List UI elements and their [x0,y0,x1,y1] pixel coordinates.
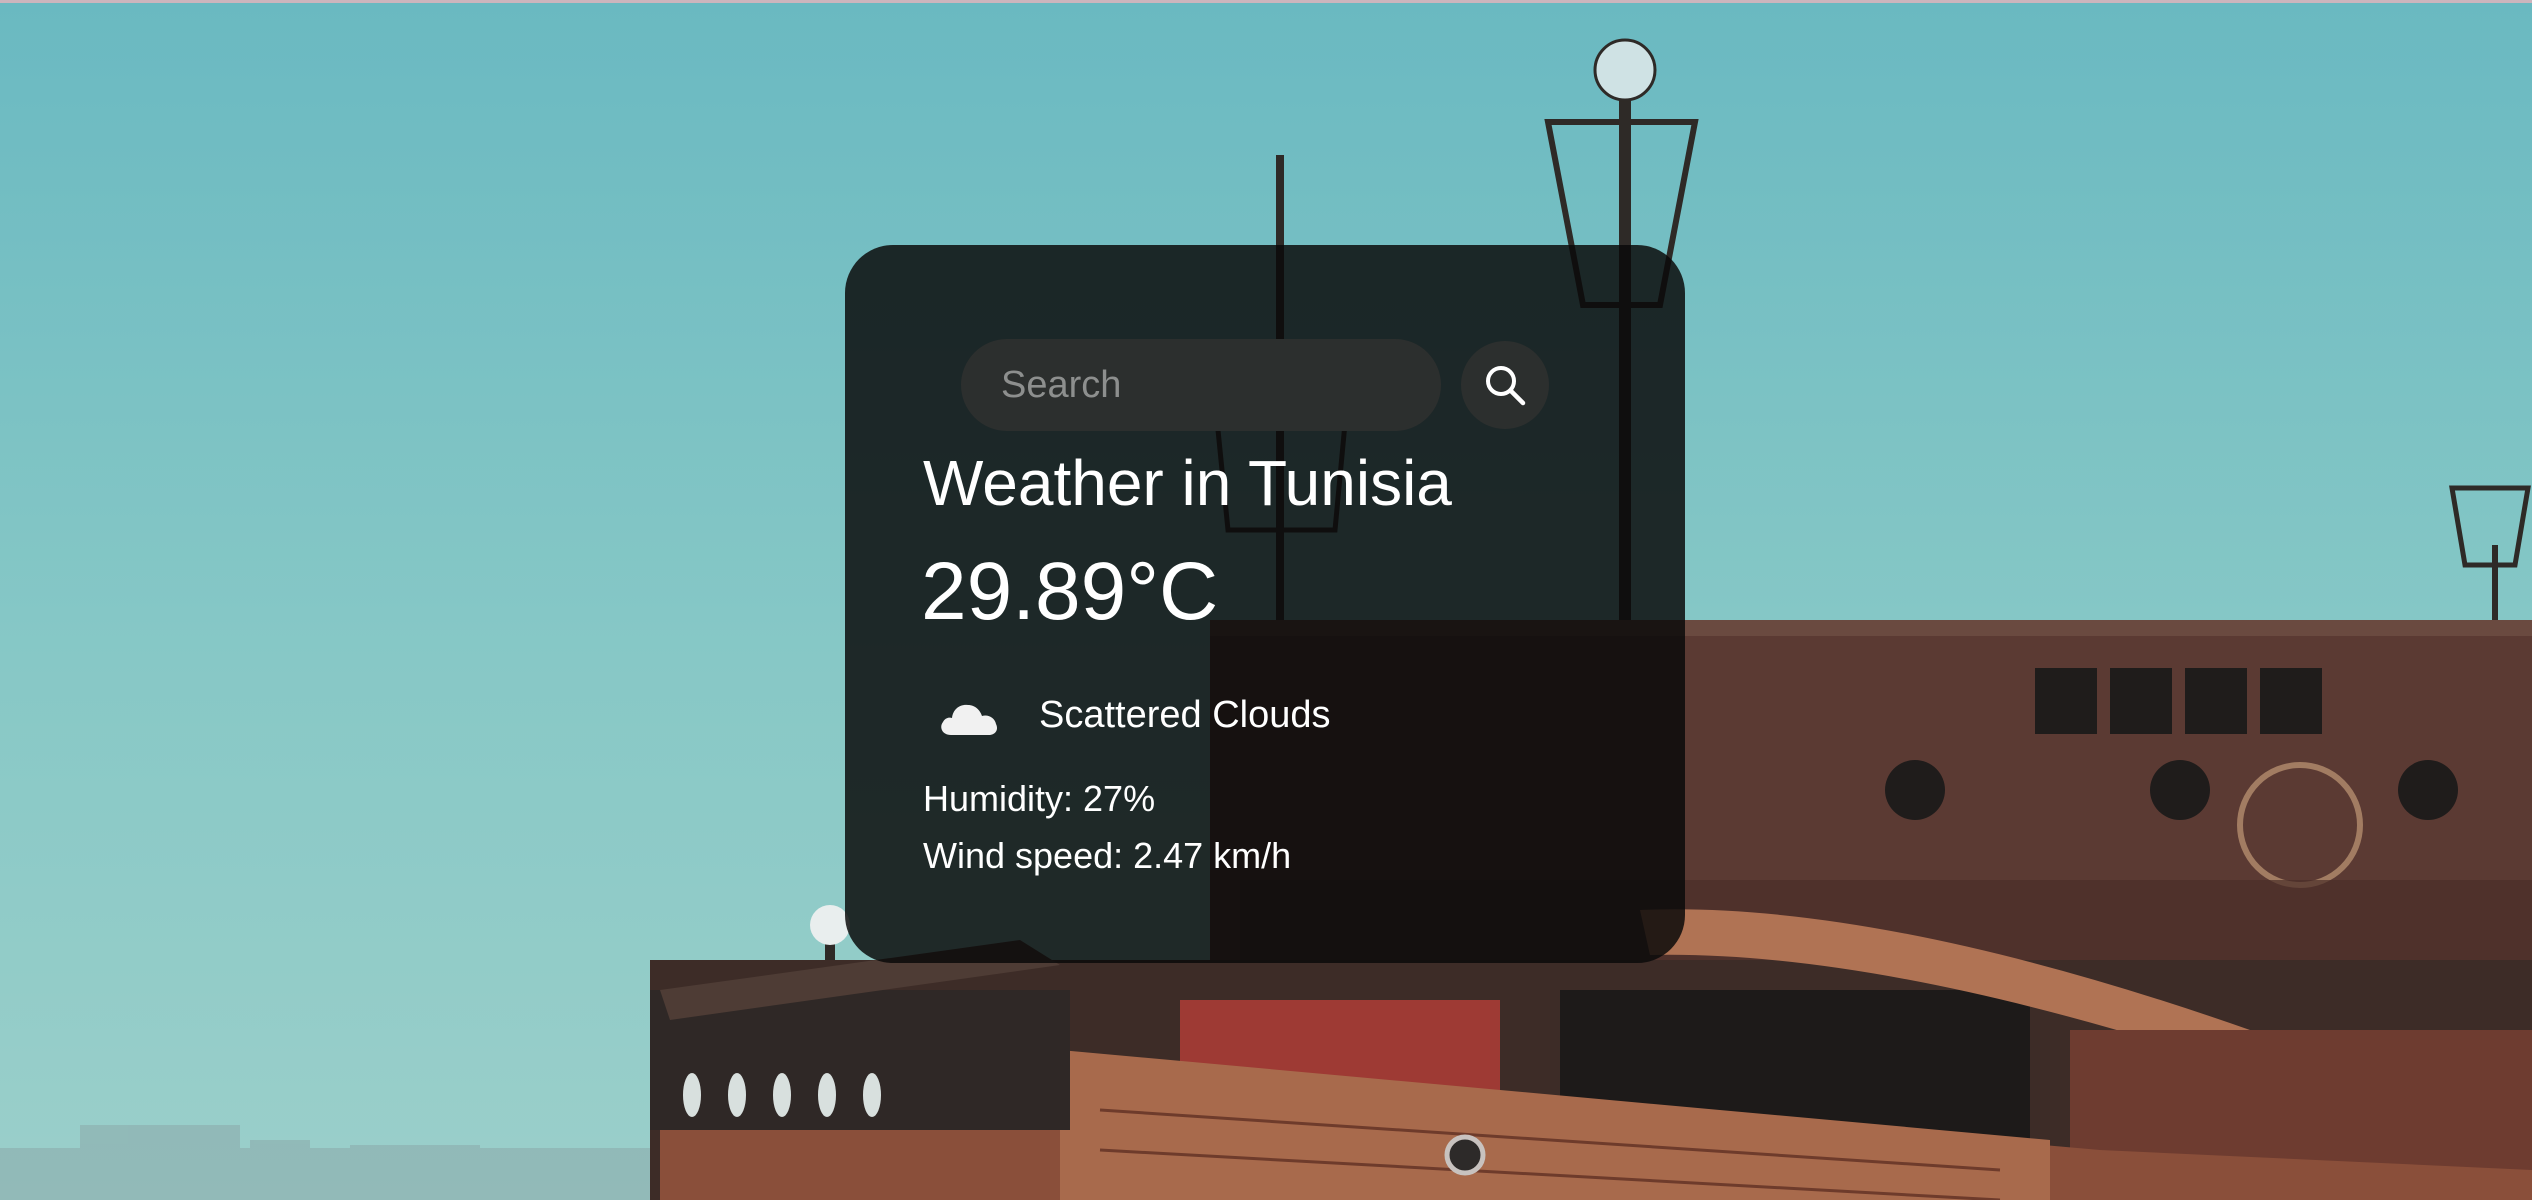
weather-card: Weather in Tunisia 29.89°C Scattered Clo… [845,245,1685,963]
temperature: 29.89°C [921,546,1219,637]
weather-description: Scattered Clouds [937,685,1331,745]
humidity-text: Humidity: 27% [923,778,1156,819]
cloud-icon [941,704,998,735]
wind-speed-text: Wind speed: 2.47 km/h [923,835,1292,876]
description-text: Scattered Clouds [1039,693,1331,736]
search-input[interactable] [961,339,1441,431]
city-title: Weather in Tunisia [923,447,1452,519]
top-border [0,0,2532,3]
search-bar [961,339,1581,431]
search-icon [1486,366,1526,406]
search-button[interactable] [1461,341,1549,429]
